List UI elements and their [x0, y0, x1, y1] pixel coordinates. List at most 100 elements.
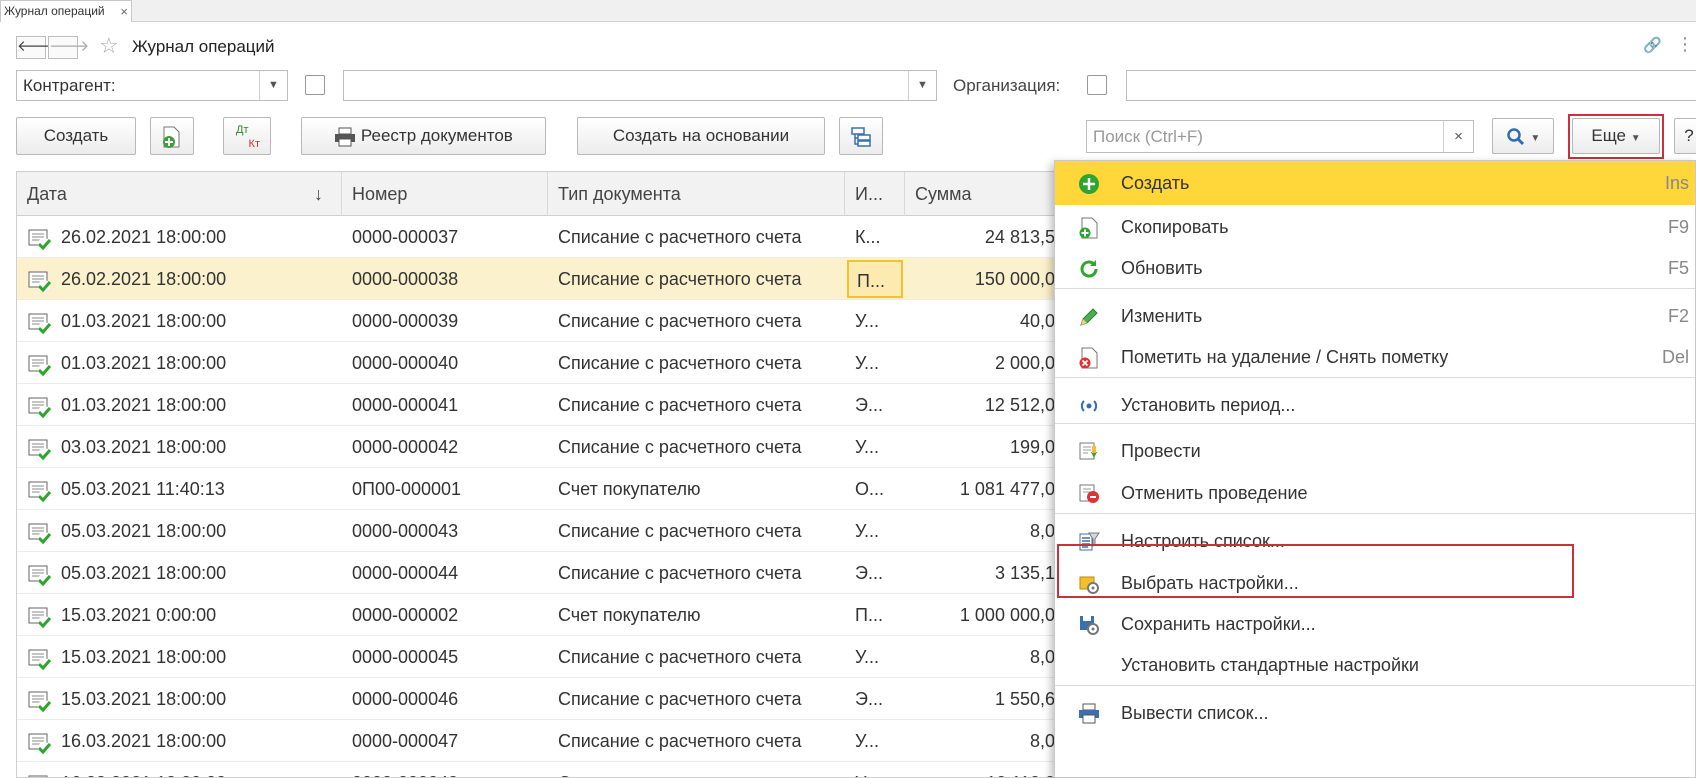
menu-separator [1055, 423, 1695, 424]
menu-item[interactable]: Отменить проведение [1055, 471, 1695, 515]
tab-journal[interactable]: Журнал операций × [0, 0, 132, 22]
table-row[interactable]: 26.02.2021 18:00:00 0000-000037 Списание с… [17, 216, 1055, 258]
link-icon[interactable]: 🔗 [1643, 36, 1662, 54]
registry-button[interactable]: Реестр документов [301, 117, 546, 155]
table-row[interactable]: 01.03.2021 18:00:00 0000-000039 Списание с… [17, 300, 1055, 342]
dt-kt-button[interactable]: Дт Кт [223, 117, 271, 155]
cell-number: 0000-000042 [352, 437, 459, 457]
more-actions-icon[interactable]: ⋮ [1676, 34, 1694, 55]
cell-number: 0000-000045 [352, 647, 459, 667]
table-row[interactable]: 15.03.2021 18:00:00 0000-000046 Списание с… [17, 678, 1055, 720]
cell-date: 26.02.2021 18:00:00 [61, 227, 227, 247]
cell-sum: 199,0 [1009, 437, 1055, 457]
search-button[interactable]: ▼ [1492, 118, 1554, 154]
menu-item[interactable]: Вывести список... [1055, 691, 1695, 735]
cell-date: 01.03.2021 18:00:00 [61, 311, 227, 331]
chevron-down-icon[interactable]: ▼ [908, 71, 936, 100]
column-sum[interactable]: Сумма [905, 172, 1055, 216]
menu-item[interactable]: Изменить F2 [1055, 294, 1695, 338]
cell-doc-type: Списание с расчетного счета [558, 353, 802, 373]
counterparty-value-field[interactable]: ▼ [343, 70, 937, 101]
posted-document-icon [27, 647, 53, 676]
menu-item[interactable]: Установить период... [1055, 383, 1695, 427]
table-row[interactable]: 05.03.2021 18:00:00 0000-000043 Списание с… [17, 510, 1055, 552]
menu-item-label: Вывести список... [1121, 703, 1269, 723]
copy-button[interactable] [150, 117, 194, 155]
cell-date: 15.03.2021 0:00:00 [61, 605, 217, 625]
table-row[interactable]: 16.03.2021 18:00:00 0000-000048 Списание с… [17, 762, 1055, 777]
structure-button[interactable] [839, 117, 883, 155]
plus-circle-icon [1077, 172, 1101, 196]
menu-item[interactable]: Скопировать F9 [1055, 205, 1695, 249]
table-row[interactable]: 03.03.2021 18:00:00 0000-000042 Списание с… [17, 426, 1055, 468]
menu-item[interactable]: Установить стандартные настройки [1055, 643, 1695, 687]
cell-i: У... [855, 521, 880, 541]
post-icon [1077, 440, 1101, 464]
column-doc-type[interactable]: Тип документа [548, 172, 845, 216]
cell-date: 03.03.2021 18:00:00 [61, 437, 227, 457]
menu-separator [1055, 288, 1695, 289]
menu-item-label: Скопировать [1121, 217, 1229, 237]
counterparty-field[interactable]: Контрагент: ▼ [16, 70, 288, 101]
cell-doc-type: Счет покупателю [558, 605, 701, 625]
table-row[interactable]: 05.03.2021 11:40:13 0П00-000001 Счет покуп… [17, 468, 1055, 510]
search-input[interactable]: Поиск (Ctrl+F) × [1086, 120, 1474, 153]
table-row[interactable]: 15.03.2021 18:00:00 0000-000045 Списание с… [17, 636, 1055, 678]
cell-doc-type: Списание с расчетного счета [558, 227, 802, 247]
cell-sum: 40,0 [1019, 311, 1055, 331]
cell-sum: 8,0 [1029, 647, 1055, 667]
tab-close-icon[interactable]: × [120, 1, 128, 22]
menu-item-shortcut: Ins [1664, 173, 1689, 193]
cell-sum: 1 550,6 [994, 689, 1055, 709]
cell-i: П... [855, 605, 883, 625]
cell-date: 16.03.2021 18:00:00 [61, 762, 341, 777]
menu-item[interactable]: Сохранить настройки... [1055, 602, 1695, 646]
menu-separator [1055, 685, 1695, 686]
cell-date: 16.03.2021 18:00:00 [61, 731, 227, 751]
favorite-star-icon[interactable]: ☆ [99, 33, 119, 59]
cell-number: 0000-000041 [352, 395, 459, 415]
cell-doc-type: Списание с расчетного счета [558, 563, 802, 583]
table-row[interactable]: 15.03.2021 0:00:00 0000-000002 Счет покупа… [17, 594, 1055, 636]
print-list-icon [1077, 702, 1101, 726]
cell-doc-type: Списание с расчетного счета [558, 269, 802, 289]
organization-checkbox[interactable] [1087, 75, 1107, 95]
counterparty-checkbox[interactable] [305, 75, 325, 95]
cell-number: 0000-000040 [352, 353, 459, 373]
cell-doc-type: Списание с расчетного счета [558, 647, 802, 667]
organization-field[interactable] [1126, 70, 1696, 101]
table-row[interactable]: 16.03.2021 18:00:00 0000-000047 Списание с… [17, 720, 1055, 762]
posted-document-icon [27, 521, 53, 550]
column-date[interactable]: Дата ↓ [17, 172, 342, 216]
back-button[interactable]: 🡐 [16, 36, 57, 59]
cell-sum: 3 135,1 [994, 563, 1055, 583]
help-button[interactable]: ? [1674, 118, 1696, 154]
cell-sum: 10 110,0 [909, 762, 1055, 777]
cell-date: 26.02.2021 18:00:00 [61, 269, 227, 289]
structure-icon [851, 126, 871, 147]
cell-number: 0П00-000001 [352, 479, 462, 499]
column-number[interactable]: Номер [342, 172, 548, 216]
cell-doc-type: Списание с расчетного счета [558, 437, 802, 457]
cell-i: У... [855, 647, 880, 667]
create-based-button[interactable]: Создать на основании [577, 117, 825, 155]
create-button[interactable]: Создать [16, 117, 136, 155]
forward-button[interactable]: 🡒 [48, 36, 89, 59]
menu-item[interactable]: Пометить на удаление / Снять пометку Del [1055, 335, 1695, 379]
menu-item-shortcut: F9 [1667, 217, 1689, 237]
menu-item[interactable]: Провести [1055, 429, 1695, 473]
cell-i: У... [855, 437, 880, 457]
clear-search-icon[interactable]: × [1443, 121, 1473, 152]
table-row[interactable]: 05.03.2021 18:00:00 0000-000044 Списание с… [17, 552, 1055, 594]
copy-icon [1077, 216, 1101, 240]
menu-item[interactable]: Обновить F5 [1055, 246, 1695, 290]
menu-item[interactable]: Создать Ins [1055, 161, 1695, 205]
column-i[interactable]: И... [845, 172, 905, 216]
delete-mark-icon [1077, 346, 1101, 370]
cell-number: 0000-000047 [352, 731, 459, 751]
chevron-down-icon[interactable]: ▼ [259, 71, 287, 100]
posted-document-icon [27, 311, 53, 340]
table-row[interactable]: 26.02.2021 18:00:00 0000-000038 Списание с… [17, 258, 1055, 300]
table-row[interactable]: 01.03.2021 18:00:00 0000-000041 Списание с… [17, 384, 1055, 426]
table-row[interactable]: 01.03.2021 18:00:00 0000-000040 Списание с… [17, 342, 1055, 384]
